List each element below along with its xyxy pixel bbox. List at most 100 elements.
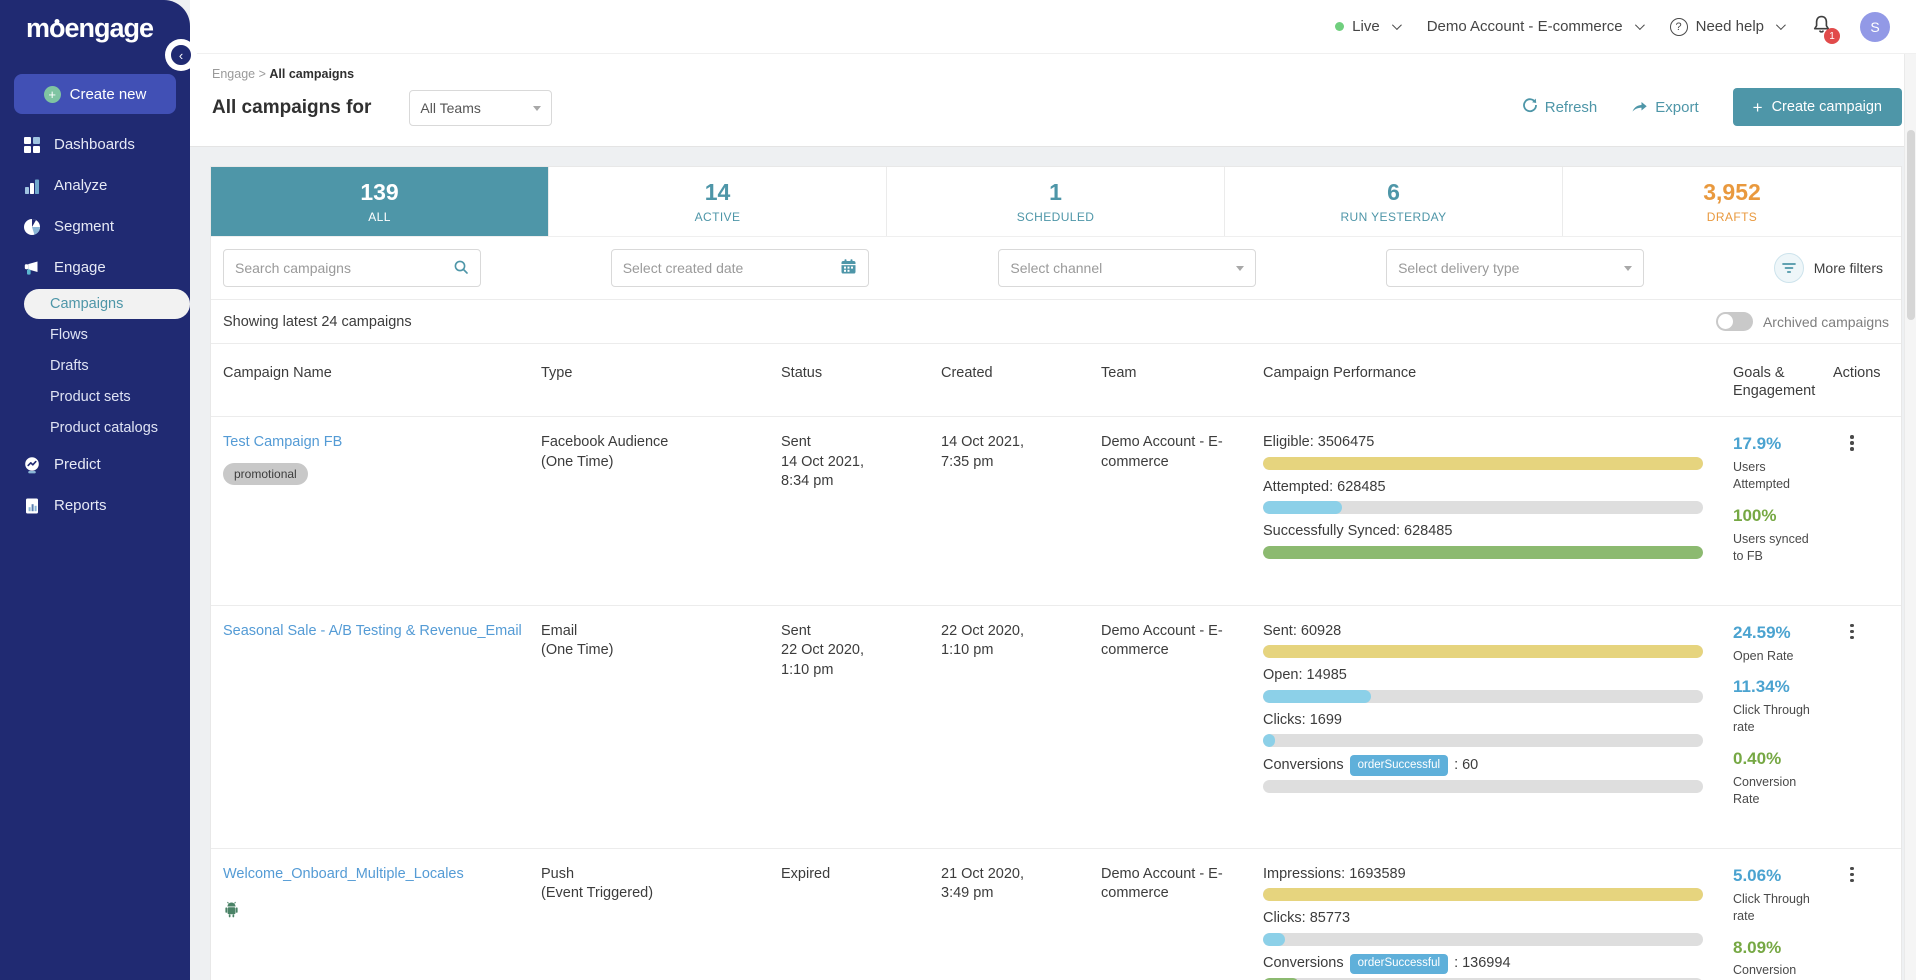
chevron-down-icon — [533, 106, 541, 111]
created-date-select[interactable]: Select created date — [611, 249, 869, 287]
team-filter-select[interactable]: All Teams — [409, 90, 552, 126]
sidebar-item-drafts[interactable]: Drafts — [0, 351, 190, 381]
metric-label: Impressions: 1693589 — [1263, 865, 1715, 885]
content: 139ALL14ACTIVE1SCHEDULED6RUN YESTERDAY3,… — [190, 147, 1916, 980]
campaign-name-link[interactable]: Welcome_Onboard_Multiple_Locales — [223, 865, 464, 885]
plus-icon: + — [1753, 99, 1763, 116]
archived-campaigns-toggle[interactable] — [1716, 312, 1753, 331]
sidebar-item-product-sets[interactable]: Product sets — [0, 382, 190, 412]
metric-text: Clicks: 1699 — [1263, 711, 1342, 731]
listing-summary-row: Showing latest 24 campaigns Archived cam… — [211, 299, 1901, 343]
goal-metric: 8.09%Conversion Rate — [1733, 937, 1815, 980]
search-input[interactable] — [235, 260, 435, 276]
goal-value: 5.06% — [1733, 865, 1815, 888]
tab-active[interactable]: 14ACTIVE — [549, 167, 887, 236]
metric-text: Impressions: 1693589 — [1263, 865, 1406, 885]
sidebar-item-campaigns[interactable]: Campaigns — [24, 289, 190, 319]
campaigns-card: 139ALL14ACTIVE1SCHEDULED6RUN YESTERDAY3,… — [210, 166, 1902, 980]
breadcrumb-engage[interactable]: Engage — [212, 67, 255, 81]
goal-value: 0.40% — [1733, 748, 1815, 771]
plus-icon: + — [44, 86, 61, 103]
chevron-down-icon — [1635, 20, 1645, 30]
goal-label: Click Through rate — [1733, 891, 1815, 925]
sidebar-item-label: Segment — [54, 218, 114, 235]
sidebar-item-label: Engage — [54, 259, 106, 276]
tab-all[interactable]: 139ALL — [211, 167, 549, 236]
need-help-menu[interactable]: ? Need help — [1670, 18, 1783, 36]
account-selector[interactable]: Demo Account - E-commerce — [1427, 18, 1642, 35]
sidebar-item-product-catalogs[interactable]: Product catalogs — [0, 413, 190, 443]
create-campaign-button[interactable]: + Create campaign — [1733, 88, 1902, 126]
created-cell: 14 Oct 2021, 7:35 pm — [941, 433, 1066, 472]
team-cell: Demo Account - E-commerce — [1101, 622, 1246, 661]
tab-label: DRAFTS — [1707, 210, 1757, 224]
moengage-logo: moengage — [0, 0, 190, 44]
chevron-down-icon — [1776, 20, 1786, 30]
campaign-name-cell: Test Campaign FBpromotional — [223, 433, 541, 485]
sidebar-item-predict[interactable]: Predict — [0, 444, 190, 485]
goal-metric: 100%Users synced to FB — [1733, 505, 1815, 565]
more-filters-button[interactable]: More filters — [1774, 253, 1889, 283]
goals-cell: 5.06% Click Through rate 8.09%Conversion R… — [1733, 865, 1833, 980]
archived-campaigns-label: Archived campaigns — [1763, 314, 1889, 330]
refresh-icon — [1522, 97, 1538, 117]
sidebar-item-flows[interactable]: Flows — [0, 320, 190, 350]
progress-bar-fill — [1263, 501, 1342, 514]
campaign-name-link[interactable]: Seasonal Sale - A/B Testing & Revenue_Em… — [223, 622, 522, 642]
metric-label: Sent: 60928 — [1263, 622, 1715, 642]
type-line: Facebook Audience — [541, 433, 763, 453]
live-status-dot — [1335, 22, 1344, 31]
campaign-name-link[interactable]: Test Campaign FB — [223, 433, 342, 453]
goal-label: Click Through rate — [1733, 702, 1815, 736]
goal-label: Users Attempted — [1733, 459, 1815, 493]
export-button[interactable]: Export — [1631, 98, 1698, 117]
toggle-knob — [1718, 314, 1733, 329]
delivery-type-select[interactable]: Select delivery type — [1386, 249, 1644, 287]
kebab-menu-icon[interactable] — [1841, 867, 1863, 883]
sidebar-item-label: Analyze — [54, 177, 107, 194]
tab-run-yesterday[interactable]: 6RUN YESTERDAY — [1225, 167, 1563, 236]
column-header-campaign-name: Campaign Name — [223, 364, 541, 382]
chevron-down-icon — [1236, 266, 1244, 271]
sidebar-item-label: Predict — [54, 456, 101, 473]
tab-scheduled[interactable]: 1SCHEDULED — [887, 167, 1225, 236]
performance-metric: Sent: 60928 — [1263, 622, 1715, 659]
create-new-button[interactable]: + Create new — [14, 74, 176, 114]
sidebar-collapse-button[interactable]: ‹ — [170, 44, 192, 66]
metric-text: Clicks: 85773 — [1263, 909, 1350, 929]
reports-icon — [22, 496, 41, 515]
sidebar-item-analyze[interactable]: Analyze — [0, 165, 190, 206]
metric-text: Conversions — [1263, 756, 1344, 776]
status-text: Expired — [781, 865, 888, 885]
progress-bar-fill — [1263, 690, 1371, 703]
channel-select[interactable]: Select channel — [998, 249, 1256, 287]
showing-text: Showing latest 24 campaigns — [223, 314, 412, 330]
avatar[interactable]: S — [1860, 12, 1890, 42]
kebab-menu-icon[interactable] — [1841, 624, 1863, 640]
tab-drafts[interactable]: 3,952DRAFTS — [1563, 167, 1901, 236]
scrollbar-thumb[interactable] — [1907, 130, 1915, 320]
type-line: (One Time) — [541, 453, 763, 473]
tab-label: SCHEDULED — [1017, 210, 1095, 224]
table-row: Test Campaign FBpromotionalFacebook Audi… — [211, 416, 1901, 604]
goal-metric: 0.40%Conversion Rate — [1733, 748, 1815, 808]
environment-label: Live — [1352, 18, 1380, 35]
performance-metric: Impressions: 1693589 — [1263, 865, 1715, 902]
kebab-menu-icon[interactable] — [1841, 435, 1863, 451]
page-title: All campaigns for — [212, 97, 371, 119]
tab-count: 139 — [360, 179, 398, 206]
engage-icon — [22, 258, 41, 277]
topbar: Live Demo Account - E-commerce ? Need he… — [190, 0, 1916, 54]
notifications-button[interactable]: 1 — [1811, 14, 1832, 39]
refresh-button[interactable]: Refresh — [1522, 97, 1598, 117]
performance-metric: ConversionsorderSuccessful: 60 — [1263, 755, 1715, 793]
sidebar-item-reports[interactable]: Reports — [0, 485, 190, 526]
vertical-scrollbar[interactable] — [1904, 54, 1916, 980]
search-campaigns-input[interactable] — [223, 249, 481, 287]
export-arrow-icon — [1631, 98, 1648, 117]
sidebar-item-segment[interactable]: Segment — [0, 206, 190, 247]
main-area: Live Demo Account - E-commerce ? Need he… — [190, 0, 1916, 980]
environment-selector[interactable]: Live — [1335, 18, 1399, 35]
sidebar-item-engage[interactable]: Engage — [0, 247, 190, 288]
sidebar-item-dashboards[interactable]: Dashboards — [0, 124, 190, 165]
